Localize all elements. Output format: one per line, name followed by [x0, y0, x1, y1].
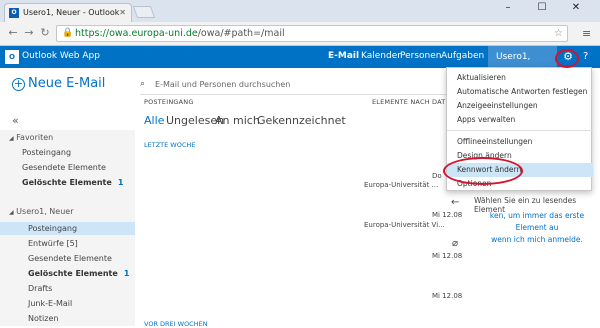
outlook-logo-icon: O	[5, 50, 19, 64]
folder-drafts-de[interactable]: Entwürfe [5]	[28, 239, 78, 248]
folder-deleted-count: 1	[123, 269, 130, 278]
url-host: owa.europa-uni.de	[109, 28, 198, 39]
reply-arrow-icon: ←	[451, 197, 460, 208]
nav-people[interactable]: Personen	[400, 51, 441, 61]
fav-deleted[interactable]: Gelöschte Elemente 1	[22, 178, 123, 187]
menu-refresh[interactable]: Aktualisieren	[447, 71, 593, 85]
nav-tasks[interactable]: Aufgaben	[441, 51, 484, 61]
folder-sent[interactable]: Gesendete Elemente	[28, 254, 112, 263]
new-tab-button[interactable]	[132, 6, 156, 18]
fav-deleted-count: 1	[117, 178, 124, 187]
url-path: /owa/#path=/mail	[197, 28, 285, 39]
menu-display-settings[interactable]: Anzeigeeinstellungen	[447, 99, 593, 113]
menu-separator	[447, 130, 593, 131]
minimize-icon[interactable]: –	[498, 2, 518, 13]
mail-2-date: Mi 12.08	[432, 211, 463, 219]
url-field[interactable]: 🔒 https://owa.europa-uni.de/owa/#path=/m…	[56, 25, 568, 42]
new-mail-button[interactable]: + Neue E-Mail	[12, 76, 105, 91]
browser-tab[interactable]: O Usero1, Neuer - Outlook ✕	[4, 3, 132, 22]
folder-inbox[interactable]: Posteingang	[28, 224, 77, 233]
address-bar-row: ← → ↻ 🔒 https://owa.europa-uni.de/owa/#p…	[0, 22, 600, 46]
url-scheme: https://	[75, 28, 110, 39]
nav-email[interactable]: E-Mail	[328, 51, 359, 61]
bookmark-star-icon[interactable]: ☆	[554, 26, 563, 41]
help-icon[interactable]: ?	[583, 51, 588, 62]
reload-icon[interactable]: ↻	[38, 26, 52, 39]
close-window-icon[interactable]: ✕	[566, 2, 586, 13]
menu-offline-settings[interactable]: Offlineeinstellungen	[447, 135, 593, 149]
folder-junk[interactable]: Junk-E-Mail	[28, 299, 72, 308]
folder-notes[interactable]: Notizen	[28, 314, 58, 323]
back-icon[interactable]: ←	[6, 26, 20, 39]
date-group-label: LETZTE WOCHE	[144, 141, 196, 149]
mail-1-date: Do	[432, 172, 442, 180]
paperclip-icon: ⌀	[452, 238, 459, 249]
gear-highlight-ring	[555, 49, 579, 68]
reading-line-2: ken, um immer das erste Element au	[489, 211, 585, 232]
mail-1-sender[interactable]: Europa-Universität ...	[364, 181, 438, 189]
fav-sent[interactable]: Gesendete Elemente	[22, 163, 106, 172]
reading-pane-link[interactable]: ken, um immer das erste Element au wenn …	[474, 210, 600, 246]
app-title: Outlook Web App	[22, 51, 100, 61]
sort-header[interactable]: ELEMENTE NACH DATU	[372, 98, 450, 106]
search-placeholder: E-Mail und Personen durchsuchen	[155, 80, 291, 89]
account-header: Usero1, Neuer	[16, 207, 74, 216]
user-menu-button[interactable]: Usero1, Neuer ▾	[488, 46, 557, 84]
favorites-header: Favoriten	[16, 133, 54, 142]
favorites-group[interactable]: ◢ Favoriten	[9, 133, 53, 142]
close-tab-icon[interactable]: ✕	[119, 4, 126, 22]
folder-deleted-label: Gelöschte Elemente	[28, 269, 118, 278]
menu-manage-apps[interactable]: Apps verwalten	[447, 113, 593, 127]
outlook-favicon-icon: O	[9, 8, 19, 18]
forward-icon[interactable]: →	[22, 26, 36, 39]
account-group[interactable]: ◢ Usero1, Neuer	[9, 207, 74, 216]
mail-4-date: Mi 12.08	[432, 292, 463, 300]
tab-title: Usero1, Neuer - Outlook	[23, 8, 120, 17]
fav-deleted-label: Gelöschte Elemente	[22, 178, 112, 187]
plus-icon: +	[12, 77, 25, 91]
reading-line-3: wenn ich mich anmelde.	[491, 235, 583, 244]
new-mail-label: Neue E-Mail	[28, 76, 106, 91]
date-group-bottom: VOR DREI WOCHEN	[144, 320, 208, 328]
password-highlight-ring	[443, 157, 523, 185]
search-input[interactable]: ⌕ E-Mail und Personen durchsuchen	[140, 79, 470, 93]
nav-calendar[interactable]: Kalender	[361, 51, 401, 61]
fav-inbox[interactable]: Posteingang	[22, 148, 71, 157]
triangle-icon: ◢	[9, 135, 14, 142]
mail-2-sender[interactable]: Europa-Universität Vi...	[364, 221, 445, 229]
collapse-pane-icon[interactable]: «	[12, 114, 19, 127]
maximize-icon[interactable]: ☐	[532, 2, 552, 13]
browser-tab-bar: O Usero1, Neuer - Outlook ✕ – ☐ ✕	[0, 0, 600, 22]
folder-deleted[interactable]: Gelöschte Elemente 1	[28, 269, 129, 278]
filter-all[interactable]: Alle	[144, 114, 164, 127]
browser-menu-icon[interactable]: ≡	[582, 27, 591, 40]
owa-header: O Outlook Web App E-Mail Kalender Person…	[0, 46, 600, 84]
menu-auto-replies[interactable]: Automatische Antworten festlegen	[447, 85, 593, 99]
filter-to-me[interactable]: An mich	[215, 114, 260, 127]
mail-3-date: Mi 12.08	[432, 252, 463, 260]
search-icon: ⌕	[140, 79, 146, 89]
lock-icon: 🔒	[62, 28, 74, 38]
triangle-icon: ◢	[9, 209, 14, 216]
inbox-header: POSTEINGANG	[144, 98, 194, 106]
folder-drafts[interactable]: Drafts	[28, 284, 52, 293]
filter-flagged[interactable]: Gekennzeichnet	[257, 114, 346, 127]
search-divider	[140, 94, 480, 95]
